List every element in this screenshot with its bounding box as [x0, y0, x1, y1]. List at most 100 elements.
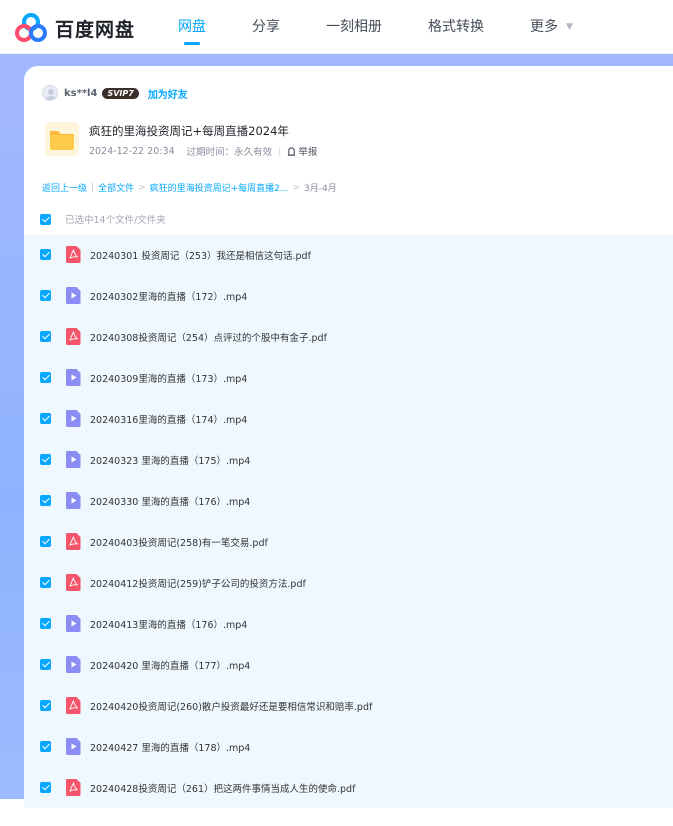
file-checkbox[interactable] — [40, 782, 51, 793]
selection-count: 已选中14个文件/文件夹 — [65, 215, 166, 226]
file-checkbox[interactable] — [40, 413, 51, 424]
pdf-file-icon — [66, 697, 81, 714]
file-row[interactable]: 20240420 里海的直播（177）.mp4 — [24, 644, 673, 685]
user-avatar-icon — [45, 89, 57, 100]
file-checkbox[interactable] — [40, 454, 51, 465]
pdf-file-icon — [66, 779, 81, 796]
file-checkbox[interactable] — [40, 290, 51, 301]
video-file-icon — [66, 738, 81, 755]
top-bar: 百度网盘 网盘 分享 一刻相册 格式转换 更多 ▼ — [0, 0, 673, 54]
breadcrumb-all-files[interactable]: 全部文件 — [98, 181, 134, 194]
file-row[interactable]: 20240427 里海的直播（178）.mp4 — [24, 726, 673, 767]
nav-item-album[interactable]: 一刻相册 — [326, 0, 382, 54]
file-row[interactable]: 20240301 投资周记（253）我还是相信这句话.pdf — [24, 234, 673, 275]
file-checkbox[interactable] — [40, 741, 51, 752]
breadcrumb-divider: | — [91, 182, 95, 193]
file-checkbox[interactable] — [40, 659, 51, 670]
file-name[interactable]: 20240413里海的直播（176）.mp4 — [90, 617, 247, 631]
file-row[interactable]: 20240403投资周记(258)有一笔交易.pdf — [24, 521, 673, 562]
file-row[interactable]: 20240420投资周记(260)散户投资最好还是要相信常识和赔率.pdf — [24, 685, 673, 726]
file-checkbox[interactable] — [40, 495, 51, 506]
chevron-down-icon: ▼ — [566, 22, 573, 32]
file-checkbox[interactable] — [40, 331, 51, 342]
pdf-file-icon — [66, 533, 81, 550]
file-name[interactable]: 20240323 里海的直播（175）.mp4 — [90, 453, 250, 467]
share-meta: 2024-12-22 20:34 过期时间：永久有效 | 举报 — [89, 144, 317, 159]
file-checkbox[interactable] — [40, 249, 51, 260]
breadcrumb-back[interactable]: 返回上一级 — [42, 181, 87, 194]
pdf-file-icon — [66, 328, 81, 345]
file-row[interactable]: 20240428投资周记（261）把这两件事情当成人生的使命.pdf — [24, 767, 673, 808]
file-row[interactable]: 20240308投资周记（254）点评过的个股中有金子.pdf — [24, 316, 673, 357]
file-name[interactable]: 20240301 投资周记（253）我还是相信这句话.pdf — [90, 248, 311, 262]
nav-item-netdisk[interactable]: 网盘 — [178, 0, 206, 54]
video-file-icon — [66, 410, 81, 427]
file-checkbox[interactable] — [40, 618, 51, 629]
file-row[interactable]: 20240413里海的直播（176）.mp4 — [24, 603, 673, 644]
file-name[interactable]: 20240412投资周记(259)铲子公司的投资方法.pdf — [90, 576, 306, 590]
file-name[interactable]: 20240427 里海的直播（178）.mp4 — [90, 740, 250, 754]
nav-label: 网盘 — [178, 19, 206, 35]
report-button[interactable]: 举报 — [287, 144, 317, 158]
sharer-info: ks**l4 SVIP7 加为好友 — [42, 84, 188, 102]
file-name[interactable]: 20240330 里海的直播（176）.mp4 — [90, 494, 250, 508]
file-row[interactable]: 20240330 里海的直播（176）.mp4 — [24, 480, 673, 521]
share-card: ks**l4 SVIP7 加为好友 疯狂的里海投资周记+每周直播2024年 20… — [24, 66, 673, 826]
breadcrumb: 返回上一级 | 全部文件 > 疯狂的里海投资周记+每周直播2... > 3月-4… — [42, 181, 337, 195]
file-name[interactable]: 20240302里海的直播（172）.mp4 — [90, 289, 247, 303]
logo-text: 百度网盘 — [55, 18, 136, 41]
nav-item-share[interactable]: 分享 — [252, 0, 280, 54]
file-name[interactable]: 20240428投资周记（261）把这两件事情当成人生的使命.pdf — [90, 781, 355, 795]
select-all-row: 已选中14个文件/文件夹 — [40, 212, 166, 226]
nav-label: 分享 — [252, 19, 280, 35]
file-checkbox[interactable] — [40, 372, 51, 383]
breadcrumb-chevron: > — [138, 182, 146, 193]
video-file-icon — [66, 287, 81, 304]
file-row[interactable]: 20240316里海的直播（174）.mp4 — [24, 398, 673, 439]
main-nav: 网盘 分享 一刻相册 格式转换 更多 ▼ — [178, 0, 619, 54]
share-expiry: 过期时间：永久有效 — [186, 147, 273, 158]
file-row[interactable]: 20240309里海的直播（173）.mp4 — [24, 357, 673, 398]
file-row[interactable]: 20240412投资周记(259)铲子公司的投资方法.pdf — [24, 562, 673, 603]
file-name[interactable]: 20240420 里海的直播（177）.mp4 — [90, 658, 250, 672]
video-file-icon — [66, 615, 81, 632]
file-name[interactable]: 20240308投资周记（254）点评过的个股中有金子.pdf — [90, 330, 327, 344]
nav-item-more[interactable]: 更多 ▼ — [530, 0, 573, 54]
meta-divider: | — [278, 145, 282, 157]
nav-label: 一刻相册 — [326, 19, 382, 35]
share-date: 2024-12-22 20:34 — [89, 145, 175, 157]
file-row[interactable]: 20240302里海的直播（172）.mp4 — [24, 275, 673, 316]
pdf-file-icon — [66, 246, 81, 263]
file-name[interactable]: 20240309里海的直播（173）.mp4 — [90, 371, 247, 385]
file-checkbox[interactable] — [40, 577, 51, 588]
nav-label: 格式转换 — [428, 19, 484, 35]
add-friend-link[interactable]: 加为好友 — [148, 86, 188, 101]
file-name[interactable]: 20240316里海的直播（174）.mp4 — [90, 412, 247, 426]
breadcrumb-current: 3月-4月 — [304, 184, 337, 194]
select-all-checkbox[interactable] — [40, 213, 51, 225]
video-file-icon — [66, 451, 81, 468]
folder-icon — [45, 122, 79, 156]
video-file-icon — [66, 492, 81, 509]
file-checkbox[interactable] — [40, 536, 51, 547]
share-title: 疯狂的里海投资周记+每周直播2024年 — [89, 124, 289, 138]
file-list: 20240301 投资周记（253）我还是相信这句话.pdf 20240302里海… — [24, 234, 673, 808]
file-checkbox[interactable] — [40, 700, 51, 711]
breadcrumb-chevron: > — [292, 182, 301, 193]
pdf-file-icon — [66, 574, 81, 591]
video-file-icon — [66, 656, 81, 673]
video-file-icon — [66, 369, 81, 386]
vip-badge: SVIP7 — [102, 87, 139, 99]
nav-item-convert[interactable]: 格式转换 — [428, 0, 484, 54]
file-name[interactable]: 20240420投资周记(260)散户投资最好还是要相信常识和赔率.pdf — [90, 699, 372, 713]
file-row[interactable]: 20240323 里海的直播（175）.mp4 — [24, 439, 673, 480]
sharer-name: ks**l4 — [64, 87, 98, 99]
logo[interactable]: 百度网盘 — [15, 13, 135, 43]
report-label: 举报 — [298, 147, 318, 158]
file-name[interactable]: 20240403投资周记(258)有一笔交易.pdf — [90, 535, 268, 549]
breadcrumb-folder[interactable]: 疯狂的里海投资周记+每周直播2... — [150, 181, 289, 194]
avatar[interactable] — [42, 85, 58, 101]
report-icon — [288, 146, 296, 156]
baidu-netdisk-logo-icon — [15, 13, 47, 42]
nav-label: 更多 — [530, 19, 558, 35]
